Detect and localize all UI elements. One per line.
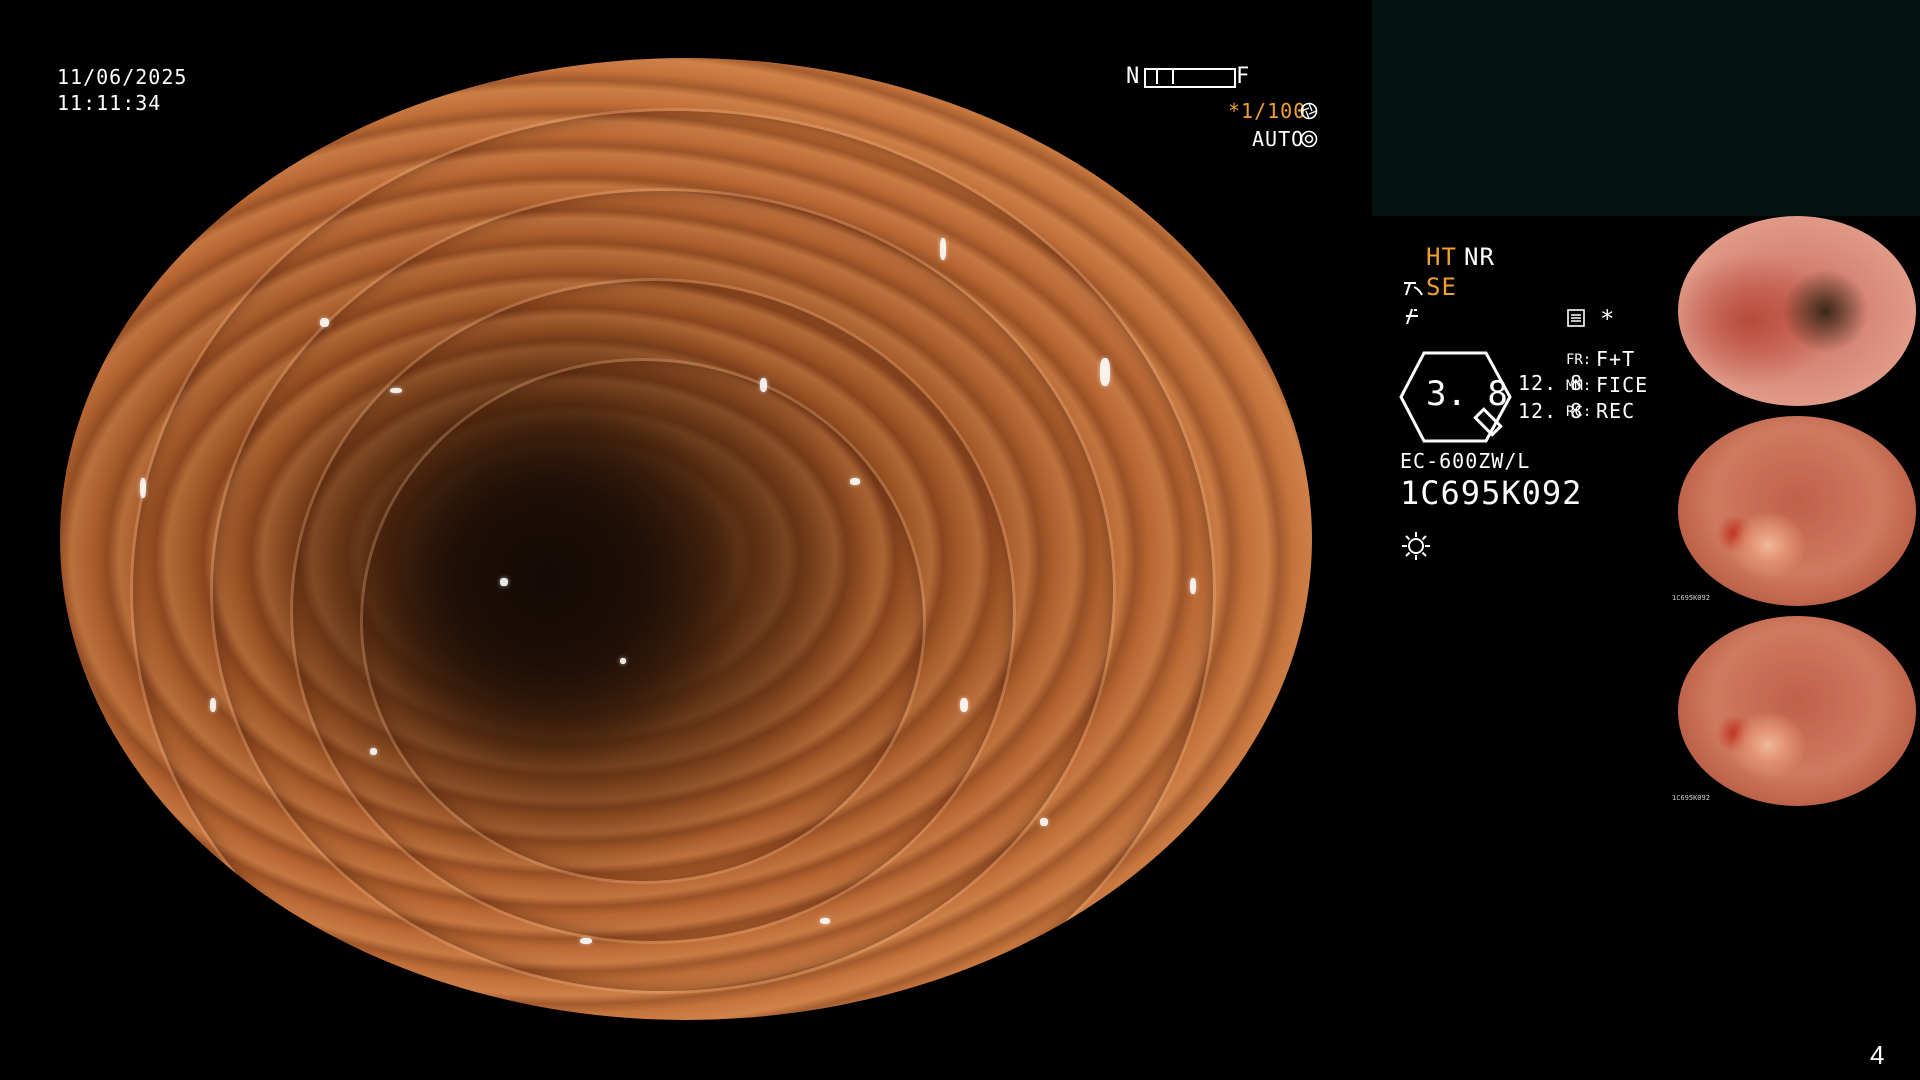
- shutter-speed: *1/100: [1228, 99, 1307, 123]
- rc-value: REC: [1596, 399, 1636, 423]
- light-reflection: [180, 208, 190, 226]
- sharpness-icon: [1404, 282, 1423, 296]
- fr-label: FR:: [1566, 352, 1592, 368]
- rc-label: RC:: [1566, 404, 1592, 420]
- thumbnail-1[interactable]: [1670, 216, 1916, 406]
- iris-mode: AUTO: [1252, 127, 1305, 151]
- light-reflection: [620, 658, 626, 664]
- mm-label: MM:: [1566, 378, 1592, 394]
- focus-far-label: F: [1236, 64, 1251, 89]
- light-reflection: [960, 698, 968, 712]
- thumbnail-image: [1678, 616, 1916, 806]
- light-reflection: [760, 378, 767, 392]
- endoscope-main-view: [60, 58, 1312, 1020]
- light-reflection: [580, 938, 592, 944]
- light-reflection: [390, 388, 402, 393]
- ht-indicator: HT: [1426, 243, 1457, 271]
- thumbnail-3[interactable]: 1C695K092: [1670, 616, 1916, 806]
- light-reflection: [210, 698, 216, 712]
- light-reflection: [850, 478, 860, 485]
- thumbnail-image: [1678, 216, 1916, 406]
- time-text: 11:11:34: [57, 91, 162, 115]
- fold-ring: [130, 108, 1216, 1020]
- light-reflection: [500, 578, 508, 586]
- page-number: 4: [1870, 1040, 1885, 1070]
- scope-model: EC-600ZW/L: [1400, 449, 1531, 473]
- focus-bar: [1144, 68, 1236, 88]
- light-icon: [1402, 532, 1430, 560]
- zoom-value: 3. 8: [1426, 374, 1508, 414]
- thumbnail-2[interactable]: 1C695K092: [1670, 416, 1916, 606]
- star-indicator: *: [1600, 305, 1616, 333]
- light-reflection: [260, 148, 268, 156]
- thumbnail-label: 1C695K092: [1672, 794, 1710, 802]
- nr-indicator: NR: [1464, 243, 1495, 271]
- thumbnail-label: 1C695K092: [1672, 594, 1710, 602]
- date-text: 11/06/2025: [57, 65, 188, 89]
- light-reflection: [320, 318, 329, 327]
- light-reflection: [940, 238, 946, 260]
- light-reflection: [1100, 358, 1110, 386]
- se-indicator: SE: [1426, 273, 1457, 301]
- light-reflection: [1040, 818, 1048, 826]
- memo-icon: [1567, 309, 1585, 327]
- scope-serial: 1C695K092: [1400, 474, 1583, 512]
- fr-value: F+T: [1596, 347, 1636, 371]
- edge-icon: [1406, 308, 1418, 325]
- aperture-icon: [1300, 102, 1318, 120]
- light-reflection: [140, 478, 146, 498]
- light-reflection: [820, 918, 830, 924]
- mm-value: FICE: [1596, 373, 1649, 397]
- light-reflection: [370, 748, 377, 755]
- focus-near-label: N: [1126, 64, 1141, 89]
- light-reflection: [1190, 578, 1196, 594]
- auto-iris-icon: [1300, 130, 1318, 148]
- top-right-panel: [1372, 0, 1920, 216]
- thumbnail-image: [1678, 416, 1916, 606]
